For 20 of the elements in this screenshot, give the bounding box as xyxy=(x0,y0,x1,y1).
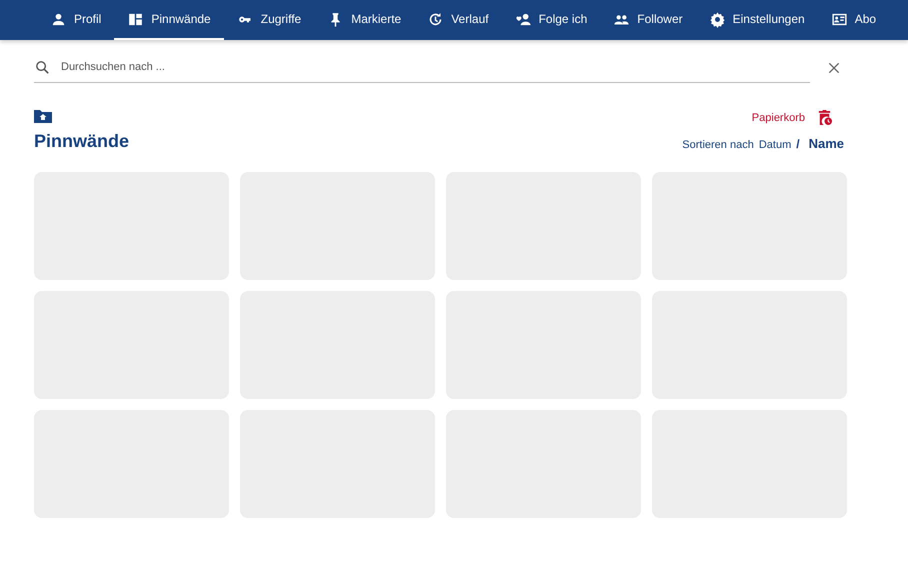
nav-tab[interactable]: Profil xyxy=(37,0,114,40)
nav-tab[interactable]: Pinnwände xyxy=(114,0,224,40)
nav-tab[interactable]: Follower xyxy=(600,0,696,40)
nav-tab[interactable]: Zugriffe xyxy=(224,0,314,40)
nav-tab[interactable]: Markierte xyxy=(314,0,414,40)
separator: / xyxy=(796,137,800,151)
search-field[interactable]: Durchsuchen nach ... xyxy=(59,60,810,74)
nav-tab[interactable]: Einstellungen xyxy=(696,0,818,40)
nav-tab[interactable]: Verlauf xyxy=(414,0,502,40)
search-icon xyxy=(34,58,51,76)
sort-option[interactable]: Datum xyxy=(758,139,792,151)
nav-tab[interactable]: Abo xyxy=(818,0,890,40)
settings-icon xyxy=(708,10,726,28)
trash-link[interactable]: Papierkorb xyxy=(752,112,805,124)
trash-clock-icon[interactable] xyxy=(817,109,832,126)
home-folder-icon[interactable] xyxy=(34,109,52,123)
nav-tab[interactable]: Folge ich xyxy=(502,0,600,40)
sort-label: Sortieren nach xyxy=(682,139,754,151)
page-title: Pinnwände xyxy=(34,131,130,152)
sort-option[interactable]: Name xyxy=(808,136,844,151)
